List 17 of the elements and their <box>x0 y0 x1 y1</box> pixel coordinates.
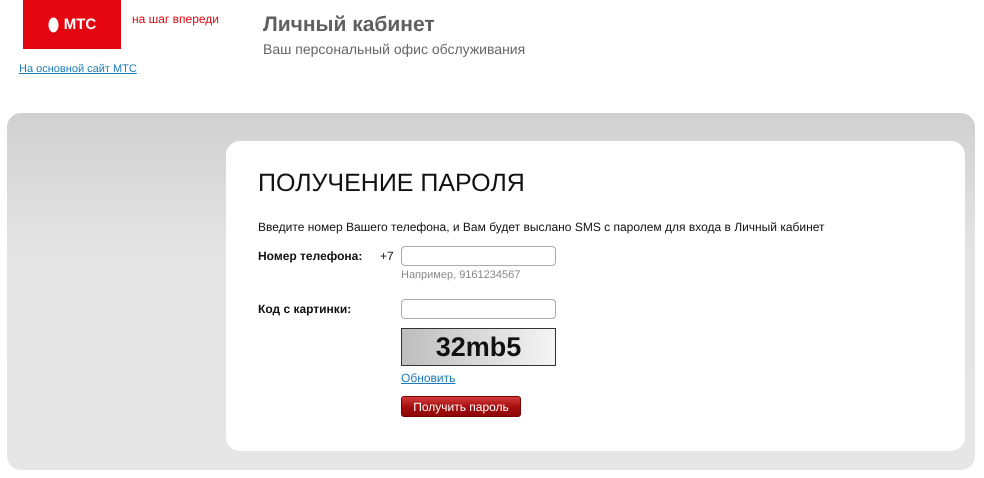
refresh-link[interactable]: Обновить <box>401 371 456 385</box>
intro-text: Введите номер Вашего телефона, и Вам будет выслано SMS с паролем для входа в Личный кабинет <box>258 220 826 234</box>
phone-hint: Например, 9161234567 <box>401 269 522 281</box>
egg-icon <box>48 16 59 32</box>
captcha-image: 32mb5 <box>401 328 556 366</box>
phone-label: Номер телефона: <box>258 248 364 263</box>
tagline: на шаг впереди <box>132 12 219 26</box>
phone-prefix: +7 <box>380 248 395 263</box>
main-site-link[interactable]: На основной сайт МТС <box>19 63 137 75</box>
page-subtitle: Ваш персональный офис обслуживания <box>263 41 526 57</box>
logo-text: МТС <box>64 16 96 33</box>
captcha-label: Код с картинки: <box>258 301 352 316</box>
get-password-button[interactable]: Получить пароль <box>401 396 521 417</box>
form-heading: ПОЛУЧЕНИЕ ПАРОЛЯ <box>258 169 526 198</box>
phone-field[interactable] <box>401 246 556 266</box>
page-title: Личный кабинет <box>263 13 436 37</box>
captcha-field[interactable] <box>401 299 556 319</box>
